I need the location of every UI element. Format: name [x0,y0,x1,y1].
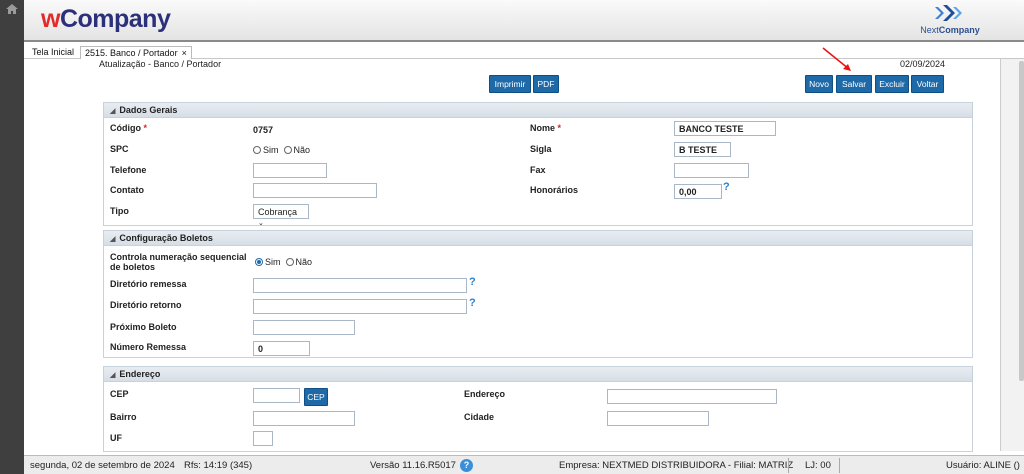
tipo-label: Tipo [110,206,129,216]
tab-label: 2515. Banco / Portador [85,48,178,58]
home-icon[interactable] [6,4,18,14]
help-icon[interactable]: ? [723,181,730,193]
tab-tela-inicial[interactable]: Tela Inicial [28,46,78,58]
page-date: 02/09/2024 [900,59,946,69]
spc-nao-label: Não [293,145,311,155]
nome-label: Nome * [530,123,562,133]
page-title: Atualização - Banco / Portador [99,59,222,69]
divider [788,458,789,473]
section-title: Configuração Boletos [119,233,213,243]
diretorio-remessa-label: Diretório remessa [110,279,187,289]
status-usuario: Usuário: ALINE () [946,460,1020,471]
fax-label: Fax [530,165,546,175]
imprimir-button[interactable]: Imprimir [489,75,531,93]
help-icon[interactable]: ? [460,459,473,472]
help-icon[interactable]: ? [469,297,476,309]
numero-remessa-field[interactable]: 0 [253,341,310,356]
scrollbar-thumb[interactable] [1019,61,1024,381]
cidade-label: Cidade [464,412,495,422]
spc-sim-radio[interactable] [253,146,261,154]
tab-banco-portador[interactable]: 2515. Banco / Portador × [80,46,192,59]
cidade-field[interactable] [607,411,709,426]
controla-numeracao-label: Controla numeração sequencial de boletos [110,252,247,272]
status-date: segunda, 02 de setembro de 2024 [30,460,175,471]
left-sidebar [0,0,24,474]
controla-sim-radio[interactable] [255,258,263,266]
main-content: Atualização - Banco / Portador 02/09/202… [24,59,1000,452]
novo-button[interactable]: Novo [805,75,833,93]
sigla-label: Sigla [530,144,552,154]
telefone-label: Telefone [110,165,147,175]
annotation-arrow-icon [822,47,851,71]
section-header[interactable]: ◢ Endereço [104,367,972,382]
excluir-button[interactable]: Excluir [875,75,909,93]
collapse-triangle-icon[interactable]: ◢ [110,108,115,115]
status-lj: LJ: 00 [805,460,831,471]
uf-label: UF [110,433,122,443]
salvar-button[interactable]: Salvar [836,75,872,93]
cep-label: CEP [110,389,129,399]
diretorio-remessa-field[interactable] [253,278,467,293]
honorarios-label: Honorários [530,185,579,195]
honorarios-field[interactable]: 0,00 [674,184,722,199]
tab-strip: Tela Inicial 2515. Banco / Portador × [24,45,1024,59]
uf-field[interactable] [253,431,273,446]
controla-nao-radio[interactable] [285,258,294,266]
controla-nao-label: Não [295,257,313,267]
vertical-scrollbar[interactable] [1000,59,1024,451]
section-dados-gerais: ◢ Dados Gerais [103,102,973,226]
cep-button[interactable]: CEP [304,388,328,406]
section-title: Endereço [119,369,161,379]
section-configuracao-boletos: ◢ Configuração Boletos [103,230,973,358]
endereco-label: Endereço [464,389,506,399]
spc-sim-label: Sim [263,145,279,155]
nome-field[interactable]: BANCO TESTE [674,121,776,136]
chevron-down-icon: ⌄ [258,220,264,227]
status-rfs: Rfs: 14:19 (345) [184,460,253,471]
nextcompany-logo-icon [935,5,962,21]
section-header[interactable]: ◢ Configuração Boletos [104,231,972,246]
bairro-field[interactable] [253,411,355,426]
pdf-button[interactable]: PDF [533,75,559,93]
collapse-triangle-icon[interactable]: ◢ [110,372,115,379]
collapse-triangle-icon[interactable]: ◢ [110,236,115,243]
help-icon[interactable]: ? [469,276,476,288]
sigla-field[interactable]: B TESTE [674,142,731,157]
telefone-field[interactable] [253,163,327,178]
section-title: Dados Gerais [119,105,178,115]
close-icon[interactable]: × [182,48,187,58]
status-bar: segunda, 02 de setembro de 2024 Rfs: 14:… [24,455,1024,474]
wcompany-logo: wCompany [41,5,171,33]
numero-remessa-label: Número Remessa [110,342,187,352]
controla-sim-label: Sim [265,257,281,267]
voltar-button[interactable]: Voltar [911,75,944,93]
fax-field[interactable] [674,163,749,178]
contato-field[interactable] [253,183,377,198]
controla-radio-group: Sim Não [255,257,312,267]
status-empresa: Empresa: NEXTMED DISTRIBUIDORA - Filial:… [559,460,794,471]
spc-label: SPC [110,144,129,154]
codigo-value: 0757 [253,125,274,135]
proximo-boleto-label: Próximo Boleto [110,322,177,332]
spc-radio-group: Sim Não [253,145,310,155]
proximo-boleto-field[interactable] [253,320,355,335]
bairro-label: Bairro [110,412,137,422]
section-header[interactable]: ◢ Dados Gerais [104,103,972,118]
divider [839,458,840,473]
status-versao: Versão 11.16.R5017 [370,460,456,471]
codigo-label: Código * [110,123,148,133]
app-header: wCompany NextCompany [24,0,1024,42]
cep-field[interactable] [253,388,300,403]
contato-label: Contato [110,185,144,195]
nextcompany-logo: NextCompany [918,3,982,39]
endereco-field[interactable] [607,389,777,404]
section-endereco: ◢ Endereço [103,366,973,452]
spc-nao-radio[interactable] [283,146,292,154]
diretorio-retorno-field[interactable] [253,299,467,314]
diretorio-retorno-label: Diretório retorno [110,300,182,310]
tipo-select[interactable]: Cobrança ⌄ [253,204,309,227]
